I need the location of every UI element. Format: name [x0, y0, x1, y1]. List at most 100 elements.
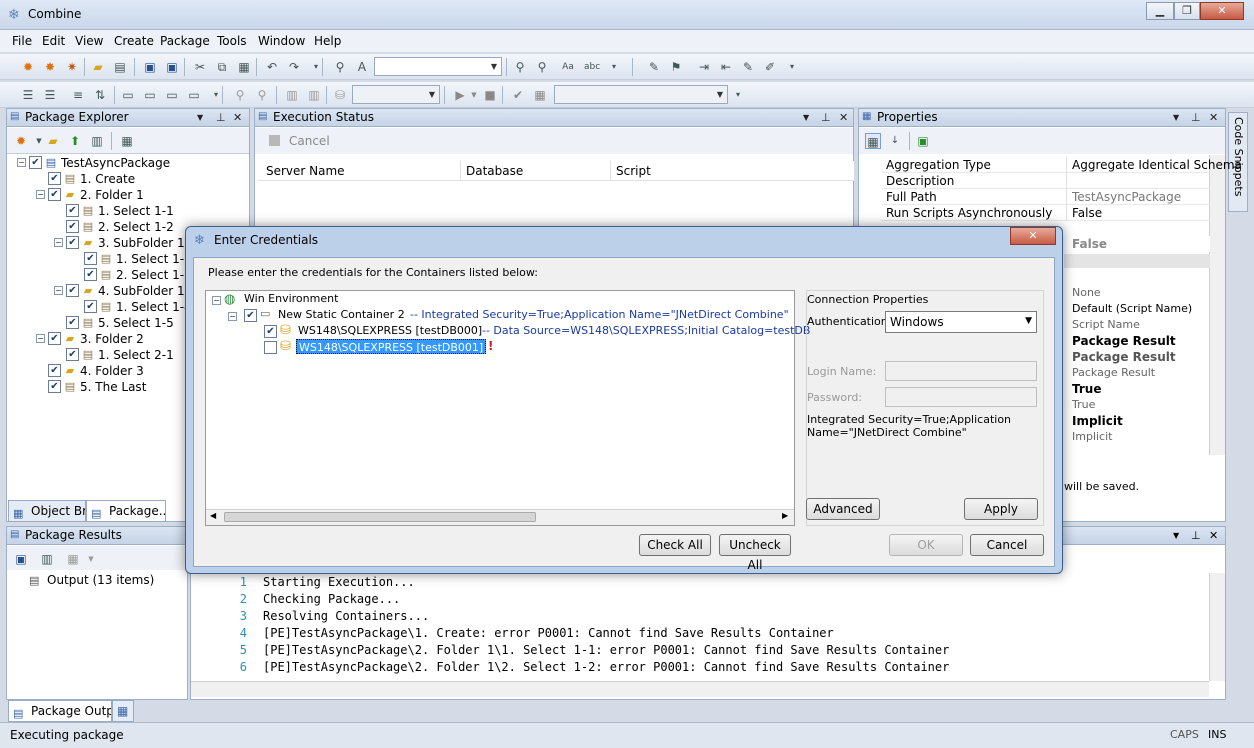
- tree-root[interactable]: Win Environment: [244, 292, 338, 305]
- find-next-icon[interactable]: ⚲: [512, 59, 528, 75]
- collapse-icon[interactable]: −: [54, 238, 63, 247]
- advanced-button[interactable]: Advanced: [806, 498, 880, 520]
- property-pages-icon[interactable]: ▣: [915, 133, 931, 149]
- item-checkbox[interactable]: ✔: [48, 332, 61, 345]
- property-value[interactable]: False: [1072, 237, 1107, 251]
- case-icon[interactable]: Aa: [560, 59, 576, 75]
- copy-icon[interactable]: ⧉: [214, 59, 230, 75]
- apply-button[interactable]: Apply: [964, 498, 1038, 520]
- menu-help[interactable]: Help: [314, 34, 341, 48]
- uncomment-icon[interactable]: ✐: [762, 59, 778, 75]
- item-checkbox[interactable]: ✔: [48, 364, 61, 377]
- toolbar-overflow-icon[interactable]: ▾: [730, 87, 746, 103]
- find-combo[interactable]: ▼: [374, 57, 502, 76]
- comment-icon[interactable]: ✎: [740, 59, 756, 75]
- tree-db1[interactable]: WS148\SQLEXPRESS [testDB000]: [298, 324, 482, 337]
- property-value[interactable]: True: [1072, 382, 1101, 396]
- item-checkbox[interactable]: ✔: [84, 252, 97, 265]
- save-icon[interactable]: ▣: [142, 59, 158, 75]
- move-down-icon[interactable]: ▥: [89, 133, 105, 149]
- align-right-icon[interactable]: ☰: [42, 87, 58, 103]
- chat-group-icon[interactable]: ▭: [186, 87, 202, 103]
- collapse-icon[interactable]: −: [36, 190, 45, 199]
- menu-window[interactable]: Window: [258, 34, 305, 48]
- save-results-icon[interactable]: ▣: [13, 551, 29, 567]
- item-checkbox[interactable]: ✔: [84, 268, 97, 281]
- column-database[interactable]: Database: [466, 164, 523, 178]
- menu-create[interactable]: Create: [114, 34, 154, 48]
- outdent-icon[interactable]: ⇤: [718, 59, 734, 75]
- new-item-icon[interactable]: ✸: [42, 59, 58, 75]
- window-icon[interactable]: ▭: [120, 87, 136, 103]
- tree-item[interactable]: − ✔ ▰ 2. Folder 1: [7, 187, 249, 203]
- tab-object-browser[interactable]: ▦Object Br...: [8, 500, 86, 522]
- cancel-button[interactable]: Cancel: [970, 534, 1044, 556]
- property-value[interactable]: Aggregate Identical Schema: [1072, 157, 1242, 173]
- maximize-button[interactable]: ❐: [1174, 2, 1200, 20]
- item-checkbox[interactable]: ✔: [48, 380, 61, 393]
- menu-edit[interactable]: Edit: [42, 34, 65, 48]
- property-value[interactable]: Implicit: [1072, 430, 1112, 443]
- pin-icon[interactable]: ⊥: [1191, 527, 1201, 544]
- close-button[interactable]: ✕: [1200, 2, 1244, 20]
- open-icon[interactable]: ▰: [90, 59, 106, 75]
- tab-package-output[interactable]: ▤Package Output: [8, 700, 112, 722]
- undo-icon[interactable]: ↶: [264, 59, 280, 75]
- item-checkbox[interactable]: ✔: [66, 348, 79, 361]
- toolbar-overflow-icon[interactable]: ▾: [784, 59, 800, 75]
- property-row[interactable]: Run Scripts Asynchronously False: [882, 205, 1210, 221]
- property-value[interactable]: Package Result: [1072, 366, 1155, 379]
- output-scrollbar-vertical[interactable]: [1209, 573, 1225, 681]
- item-checkbox[interactable]: ✔: [66, 236, 79, 249]
- cancel-execution-button[interactable]: Cancel: [289, 134, 330, 148]
- export-icon[interactable]: ▥: [39, 551, 55, 567]
- dialog-close-button[interactable]: ✕: [1010, 227, 1056, 245]
- replace-icon[interactable]: Ａ: [354, 59, 370, 75]
- collapse-icon[interactable]: −: [36, 334, 45, 343]
- property-row[interactable]: Aggregation Type Aggregate Identical Sche…: [882, 157, 1242, 173]
- property-value[interactable]: None: [1072, 286, 1101, 299]
- new-folder-icon[interactable]: ▰: [45, 133, 61, 149]
- close-icon[interactable]: ✕: [1209, 109, 1218, 126]
- bookmark-icon[interactable]: ⚑: [668, 59, 684, 75]
- column-server-name[interactable]: Server Name: [266, 164, 345, 178]
- tab-package-explorer[interactable]: ▤ Package...: [86, 500, 166, 522]
- save-all-icon[interactable]: ▣: [164, 59, 180, 75]
- align-left-icon[interactable]: ☰: [20, 87, 36, 103]
- menu-tools[interactable]: Tools: [217, 34, 247, 48]
- toolbar-overflow-icon[interactable]: ▾: [606, 59, 622, 75]
- property-value[interactable]: Implicit: [1072, 414, 1123, 428]
- item-checkbox[interactable]: ✔: [66, 316, 79, 329]
- close-icon[interactable]: ✕: [233, 109, 242, 126]
- property-row[interactable]: Description: [882, 173, 1210, 189]
- sort-icon[interactable]: ⇅: [92, 87, 108, 103]
- run-dropdown-icon[interactable]: ▼: [466, 87, 482, 103]
- message-icon[interactable]: ▭: [142, 87, 158, 103]
- item-checkbox[interactable]: ✔: [48, 188, 61, 201]
- panel-menu-icon[interactable]: ▼: [197, 109, 203, 126]
- property-value[interactable]: Default (Script Name): [1072, 302, 1192, 315]
- item-checkbox[interactable]: ✔: [66, 220, 79, 233]
- property-value[interactable]: False: [1072, 205, 1102, 221]
- output-scrollbar-horizontal[interactable]: [191, 681, 1209, 697]
- property-value[interactable]: TestAsyncPackage: [1072, 189, 1181, 205]
- open-recent-icon[interactable]: ▤: [112, 59, 128, 75]
- panel-menu-icon[interactable]: ▼: [803, 109, 809, 126]
- tree-item[interactable]: ✔ ▤ 1. Create: [7, 171, 249, 187]
- paste-icon[interactable]: ▦: [236, 59, 252, 75]
- find-prev-icon[interactable]: ⚲: [534, 59, 550, 75]
- uncheck-all-button[interactable]: Uncheck All: [719, 534, 791, 572]
- column-script[interactable]: Script: [616, 164, 651, 178]
- property-row[interactable]: Full Path TestAsyncPackage: [882, 189, 1210, 205]
- find-icon[interactable]: ⚲: [332, 59, 348, 75]
- item-checkbox[interactable]: ✔: [29, 156, 42, 169]
- check-icon[interactable]: ✔: [510, 87, 526, 103]
- menu-view[interactable]: View: [75, 34, 103, 48]
- panel-menu-icon[interactable]: ▼: [1173, 527, 1179, 544]
- output-node[interactable]: Output (13 items): [47, 573, 154, 587]
- panel-menu-icon[interactable]: ▼: [1173, 109, 1179, 126]
- minimize-button[interactable]: ▁: [1146, 2, 1174, 20]
- item-checkbox[interactable]: ✔: [48, 172, 61, 185]
- redo-icon[interactable]: ↷: [286, 59, 302, 75]
- pen-icon[interactable]: ✎: [646, 59, 662, 75]
